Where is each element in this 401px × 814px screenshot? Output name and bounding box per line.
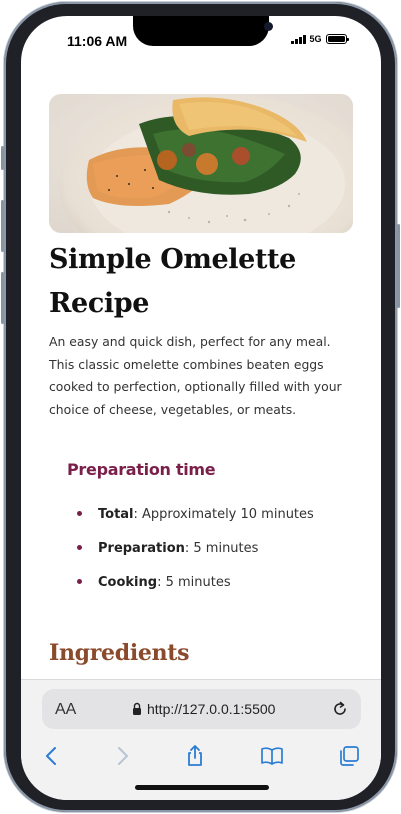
battery-icon (325, 34, 349, 44)
prep-item-value: : 5 minutes (184, 541, 259, 556)
home-indicator (135, 785, 269, 790)
phone-screen: 11:06 AM 5G Simple Omelette Recipe An ea… (21, 16, 381, 800)
list-item: Cooking: 5 minutes (77, 574, 314, 608)
page-settings-button[interactable]: AA (55, 701, 76, 719)
recipe-title: Simple Omelette Recipe (49, 244, 296, 319)
dynamic-island (133, 16, 273, 46)
list-item: Preparation: 5 minutes (77, 540, 314, 574)
tabs-icon[interactable] (337, 744, 361, 768)
action-button (1, 146, 4, 170)
ingredients-heading: Ingredients (49, 640, 190, 666)
share-icon[interactable] (183, 744, 207, 768)
preparation-list: Total: Approximately 10 minutes Preparat… (77, 506, 314, 608)
power-button (397, 224, 400, 308)
safari-bottom-bar: AA http://127.0.0.1:5500 (21, 679, 381, 800)
forward-icon[interactable] (110, 744, 134, 768)
prep-item-label: Total (98, 507, 134, 522)
recipe-intro: An easy and quick dish, perfect for any … (49, 334, 342, 417)
bullet-icon (77, 511, 82, 516)
preparation-heading: Preparation time (67, 460, 216, 479)
volume-up-button (1, 200, 4, 252)
url-text[interactable]: http://127.0.0.1:5500 (147, 701, 275, 717)
prep-item-label: Preparation (98, 541, 185, 556)
bullet-icon (77, 545, 82, 550)
prep-item-value: : 5 minutes (157, 575, 231, 590)
status-indicators: 5G (291, 34, 349, 44)
lock-icon (133, 702, 141, 715)
bullet-icon (77, 579, 82, 584)
front-camera (264, 22, 273, 31)
network-type: 5G (309, 34, 322, 44)
omelette-photo (49, 94, 353, 233)
volume-down-button (1, 272, 4, 324)
reload-icon[interactable] (331, 700, 349, 718)
address-bar[interactable]: AA http://127.0.0.1:5500 (42, 689, 361, 729)
list-item: Total: Approximately 10 minutes (77, 506, 314, 540)
cellular-signal-icon (291, 34, 306, 44)
status-time: 11:06 AM (67, 33, 128, 49)
prep-item-label: Cooking (98, 575, 158, 590)
bookmarks-icon[interactable] (260, 744, 284, 768)
status-bar: 11:06 AM 5G (21, 16, 381, 64)
back-icon[interactable] (40, 744, 64, 768)
prep-item-value: : Approximately 10 minutes (133, 507, 314, 522)
